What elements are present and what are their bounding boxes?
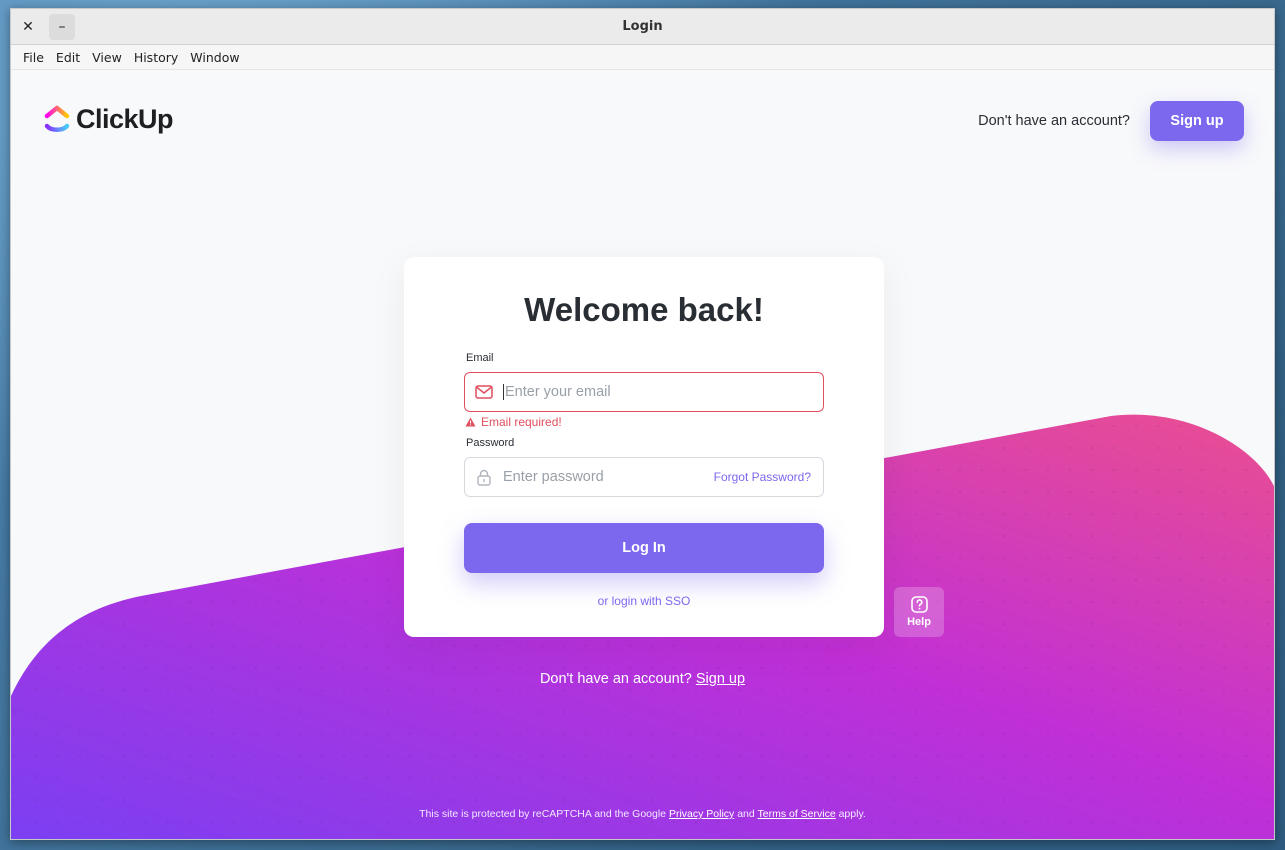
close-window-button[interactable]: ✕ [15,14,41,40]
menu-bar: File Edit View History Window [11,45,1274,70]
header-signup-button[interactable]: Sign up [1150,101,1244,141]
footer-signup: Don't have an account? Sign up [11,671,1274,687]
terms-of-service-link[interactable]: Terms of Service [757,808,835,820]
password-label: Password [466,437,515,449]
password-field[interactable]: Enter password Forgot Password? [464,457,824,497]
email-error-text: Email required! [481,415,562,429]
email-label: Email [466,352,494,364]
question-circle-icon [910,596,928,613]
warning-icon [465,417,476,427]
privacy-policy-link[interactable]: Privacy Policy [669,808,734,820]
brand-name: ClickUp [76,104,174,134]
close-icon: ✕ [22,19,34,35]
login-button[interactable]: Log In [464,523,824,573]
footer-signup-question: Don't have an account? [539,671,692,687]
app-window: ✕ – Login File Edit View History Window [10,8,1275,840]
legal-suffix: apply. [838,808,866,820]
password-placeholder: Enter password [503,469,604,485]
legal-prefix: This site is protected by reCAPTCHA and … [419,808,667,820]
footer-signup-link[interactable]: Sign up [696,671,745,687]
header-signup-question: Don't have an account? [978,113,1130,129]
lock-icon [465,469,503,486]
header-signup-area: Don't have an account? Sign up [978,101,1244,141]
mail-icon [465,385,503,399]
menu-file[interactable]: File [17,50,50,65]
menu-history[interactable]: History [128,50,184,65]
email-error: Email required! [465,415,562,429]
menu-view[interactable]: View [86,50,128,65]
minimize-window-button[interactable]: – [49,14,75,40]
text-caret [503,384,504,401]
sso-login-link[interactable]: or login with SSO [404,594,884,608]
page-title: Welcome back! [524,291,764,328]
login-card: Welcome back! Email Enter your email Ema… [404,257,884,637]
window-title: Login [622,19,663,34]
email-placeholder: Enter your email [505,383,611,400]
clickup-logo-icon [44,105,70,132]
legal-and: and [737,808,755,820]
help-button[interactable]: Help [894,587,944,637]
minimize-icon: – [58,19,66,35]
menu-window[interactable]: Window [184,50,245,65]
email-field[interactable]: Enter your email [464,372,824,412]
menu-edit[interactable]: Edit [50,50,86,65]
help-label: Help [907,616,931,628]
clickup-logo[interactable]: ClickUp [44,104,174,135]
forgot-password-link[interactable]: Forgot Password? [714,470,811,484]
recaptcha-notice: This site is protected by reCAPTCHA and … [11,808,1274,820]
page-content: ClickUp Don't have an account? Sign up W… [11,71,1274,839]
title-bar: ✕ – Login [11,9,1274,45]
